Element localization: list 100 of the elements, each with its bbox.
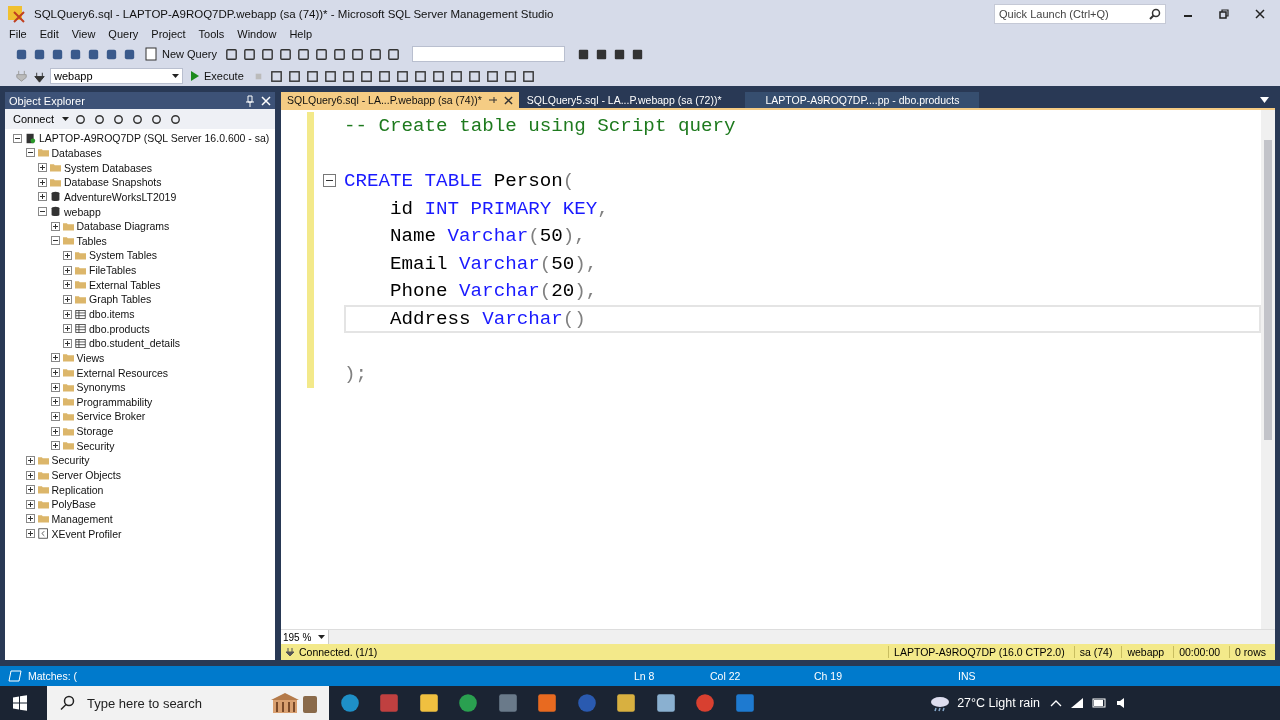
document-tab[interactable]: LAPTOP-A9ROQ7DP....pp - dbo.products xyxy=(745,92,980,108)
tree-item[interactable]: dbo.student_details xyxy=(89,337,181,350)
close-icon[interactable] xyxy=(503,95,513,105)
expand-icon[interactable] xyxy=(63,294,72,304)
tree-item[interactable]: LAPTOP-A9ROQ7DP (SQL Server 16.0.600 - sa) xyxy=(39,132,270,145)
expand-icon[interactable] xyxy=(38,163,47,173)
tree-item[interactable]: Tables xyxy=(76,234,107,247)
tree-item[interactable]: Views xyxy=(76,351,105,364)
document-tab[interactable]: SQLQuery5.sql - LA...P.webapp (sa (72))* xyxy=(520,92,728,108)
expand-icon[interactable] xyxy=(63,309,72,319)
play-icon xyxy=(190,70,200,82)
tree-item[interactable]: dbo.products xyxy=(89,322,150,335)
document-tab[interactable]: SQLQuery6.sql - LA...P.webapp (sa (74))* xyxy=(281,92,519,108)
execute-button[interactable]: Execute xyxy=(186,70,248,82)
tree-item[interactable]: System Tables xyxy=(89,249,158,262)
quick-launch-field[interactable]: Quick Launch (Ctrl+Q) xyxy=(994,4,1166,24)
tree-item[interactable]: Security xyxy=(51,454,90,467)
tree-item[interactable]: Programmability xyxy=(76,395,153,408)
expand-icon[interactable] xyxy=(63,324,72,334)
windows-icon[interactable] xyxy=(12,695,28,711)
wifi-icon[interactable] xyxy=(1070,697,1084,709)
tree-item[interactable]: External Tables xyxy=(89,278,161,291)
expand-icon[interactable] xyxy=(50,397,60,407)
caret-icon[interactable] xyxy=(62,117,69,121)
tree-item[interactable]: webapp xyxy=(64,205,101,218)
close-icon[interactable] xyxy=(1255,9,1265,19)
expand-icon[interactable] xyxy=(50,353,60,363)
expand-icon[interactable] xyxy=(25,470,35,480)
tree-item[interactable]: Storage xyxy=(76,425,114,438)
tree-item[interactable]: Management xyxy=(51,512,113,525)
status-text: 00:00:00 xyxy=(1173,646,1226,658)
expand-icon[interactable] xyxy=(38,192,47,202)
expand-icon[interactable] xyxy=(63,265,72,275)
tree-item[interactable]: Database Diagrams xyxy=(76,220,170,233)
tree-item[interactable]: External Resources xyxy=(76,366,169,379)
database-icon xyxy=(50,206,61,217)
tree-item[interactable]: XEvent Profiler xyxy=(51,527,122,540)
scrollbar[interactable] xyxy=(329,630,1275,644)
pin-icon[interactable] xyxy=(487,95,498,105)
tree-item[interactable]: FileTables xyxy=(89,264,137,277)
collapse-icon[interactable] xyxy=(25,148,35,158)
menu-item[interactable]: Project xyxy=(146,28,194,42)
tree-item[interactable]: PolyBase xyxy=(51,498,96,511)
expand-icon[interactable] xyxy=(25,485,35,495)
connect-button[interactable]: Connect xyxy=(9,113,58,125)
profiler-icon xyxy=(37,528,49,540)
tree-item[interactable]: Databases xyxy=(51,146,102,159)
chevron-up-icon[interactable] xyxy=(1050,699,1062,707)
caret-icon xyxy=(318,635,325,639)
collapse-icon[interactable] xyxy=(13,133,22,143)
expand-icon[interactable] xyxy=(25,499,35,509)
tree-item[interactable]: Database Snapshots xyxy=(64,176,162,189)
expand-icon[interactable] xyxy=(38,177,47,187)
expand-icon[interactable] xyxy=(25,529,35,539)
tree-item[interactable]: Synonyms xyxy=(76,381,126,394)
code-line: Email Varchar(50), xyxy=(389,251,599,277)
menu-item[interactable]: Tools xyxy=(193,28,233,42)
cloud-rain-icon xyxy=(929,694,952,712)
tree-item[interactable]: Service Broker xyxy=(76,410,146,423)
menu-item[interactable]: Window xyxy=(232,28,285,42)
taskbar-search-field[interactable]: Type here to search xyxy=(47,686,329,720)
expand-icon[interactable] xyxy=(25,455,35,465)
tree-item[interactable]: AdventureWorksLT2019 xyxy=(64,190,177,203)
expand-icon[interactable] xyxy=(63,280,72,290)
expand-icon[interactable] xyxy=(50,368,60,378)
new-query-button[interactable]: New Query xyxy=(140,47,222,61)
expand-icon[interactable] xyxy=(25,514,35,524)
tree-item[interactable]: Replication xyxy=(51,483,104,496)
search-icon xyxy=(1149,8,1161,20)
expand-icon[interactable] xyxy=(63,338,72,348)
expand-icon[interactable] xyxy=(50,221,60,231)
battery-icon[interactable] xyxy=(1092,698,1108,708)
weather-text[interactable]: 27°C Light rain xyxy=(957,696,1040,710)
collapse-icon[interactable] xyxy=(50,236,60,246)
tree-item[interactable]: Graph Tables xyxy=(89,293,152,306)
expand-icon[interactable] xyxy=(50,412,60,421)
table-icon xyxy=(75,337,86,349)
scrollbar[interactable] xyxy=(1261,110,1275,629)
menu-item[interactable]: View xyxy=(66,28,104,42)
status-text: 0 rows xyxy=(1229,646,1271,658)
menu-item[interactable]: File xyxy=(4,28,35,42)
menu-item[interactable]: Edit xyxy=(34,28,67,42)
expand-icon[interactable] xyxy=(50,426,60,436)
server-icon xyxy=(25,132,36,144)
status-icon xyxy=(8,670,22,682)
menu-item[interactable]: Query xyxy=(103,28,147,42)
tree-item[interactable]: dbo.items xyxy=(89,308,135,320)
expand-icon[interactable] xyxy=(50,382,60,392)
collapse-icon[interactable] xyxy=(38,207,47,216)
restore-icon[interactable] xyxy=(1219,9,1229,19)
tree-item[interactable]: Server Objects xyxy=(51,469,121,482)
collapse-icon[interactable] xyxy=(322,174,336,188)
menu-item[interactable]: Help xyxy=(284,28,320,42)
tree-item[interactable]: Security xyxy=(76,439,115,452)
expand-icon[interactable] xyxy=(63,250,72,260)
tree-item[interactable]: System Databases xyxy=(64,161,153,174)
code-line: Phone Varchar(20), xyxy=(389,279,599,305)
expand-icon[interactable] xyxy=(50,441,60,451)
dropdown-icon[interactable] xyxy=(1260,97,1269,103)
database-dropdown[interactable]: webapp xyxy=(50,68,183,84)
